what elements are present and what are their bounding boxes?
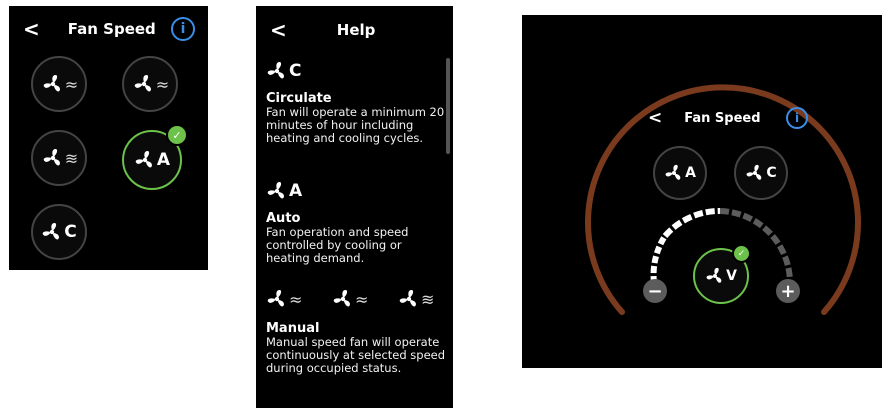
decrease-speed-button[interactable]: −: [643, 279, 667, 303]
circulate-label: C: [64, 222, 77, 242]
back-chevron-icon[interactable]: <: [270, 20, 287, 40]
help-item-title: Circulate: [266, 91, 332, 106]
wave-icon: ≋: [421, 289, 434, 309]
back-chevron-icon[interactable]: <: [23, 19, 40, 39]
auto-help-icon: A: [266, 180, 302, 202]
fan-circulate-button[interactable]: C: [734, 146, 788, 200]
wave-icon: ≈: [289, 289, 302, 309]
help-item-manual: Manual Manual speed fan will operate con…: [266, 321, 446, 375]
fan-circulate-button[interactable]: C: [31, 204, 87, 260]
wave-icon: ≈: [355, 289, 368, 309]
fan-icon: [267, 290, 286, 308]
increase-speed-button[interactable]: +: [776, 279, 800, 303]
low-speed-wave-icon: ≈: [64, 74, 78, 94]
back-chevron-icon[interactable]: <: [648, 109, 662, 127]
fan-icon: [42, 149, 61, 167]
fan-icon: [399, 290, 418, 308]
manual-low-help-icon: ≈: [266, 288, 302, 310]
fan-speed-high-button[interactable]: ≋: [31, 130, 87, 186]
high-speed-wave-icon: ≋: [64, 148, 78, 168]
auto-letter: A: [289, 181, 303, 201]
scrollbar[interactable]: [446, 58, 450, 154]
page-title: Fan Speed: [67, 20, 156, 38]
fan-icon: [133, 75, 152, 93]
fan-speed-low-button[interactable]: ≈: [31, 56, 87, 112]
page-title: Help: [336, 21, 376, 39]
help-item-title: Manual: [266, 321, 320, 336]
fan-speed-screen: < Fan Speed i ≈ ≈ ≋ A ✓ C: [9, 6, 208, 270]
help-item-description: Manual speed fan will operate continuous…: [266, 335, 446, 375]
selected-check-icon: ✓: [732, 244, 751, 263]
fan-icon: [665, 164, 682, 181]
info-icon[interactable]: i: [171, 17, 195, 41]
medium-speed-wave-icon: ≈: [155, 74, 169, 94]
circulate-help-icon: C: [266, 60, 301, 82]
auto-label: A: [156, 150, 171, 170]
info-icon[interactable]: i: [786, 107, 808, 129]
plus-icon: +: [780, 280, 796, 302]
minus-icon: −: [647, 280, 663, 302]
fan-icon: [42, 75, 61, 93]
fan-icon: [267, 62, 286, 80]
manual-high-help-icon: ≋: [398, 288, 434, 310]
speed-arc-filled: [662, 207, 721, 239]
help-item-circulate: Circulate Fan will operate a minimum 20 …: [266, 91, 446, 145]
fan-icon: [706, 267, 723, 284]
help-item-title: Auto: [266, 211, 301, 226]
circulate-letter: C: [289, 61, 302, 81]
fan-auto-button[interactable]: A: [653, 146, 707, 200]
help-screen: < Help C Circulate Fan will operate a mi…: [256, 6, 453, 408]
selected-check-icon: ✓: [166, 124, 188, 146]
manual-medium-help-icon: ≈: [332, 288, 368, 310]
fan-speed-medium-button[interactable]: ≈: [122, 56, 178, 112]
help-item-description: Fan will operate a minimum 20 minutes of…: [266, 105, 445, 145]
variable-label: V: [726, 268, 737, 284]
circulate-label: C: [766, 165, 777, 181]
speed-arc-filled: [650, 234, 668, 284]
auto-label: A: [685, 165, 696, 181]
page-title: Fan Speed: [684, 110, 761, 126]
fan-icon: [267, 182, 286, 200]
help-item-description: Fan operation and speed controlled by co…: [266, 225, 409, 265]
help-item-auto: Auto Fan operation and speed controlled …: [266, 211, 446, 265]
fan-icon: [746, 164, 763, 181]
fan-icon: [42, 223, 61, 241]
round-fan-speed-screen: < Fan Speed i A C V ✓ − +: [522, 15, 882, 368]
fan-icon: [333, 290, 352, 308]
fan-icon: [135, 151, 154, 169]
dial-graphics: [585, 84, 861, 315]
